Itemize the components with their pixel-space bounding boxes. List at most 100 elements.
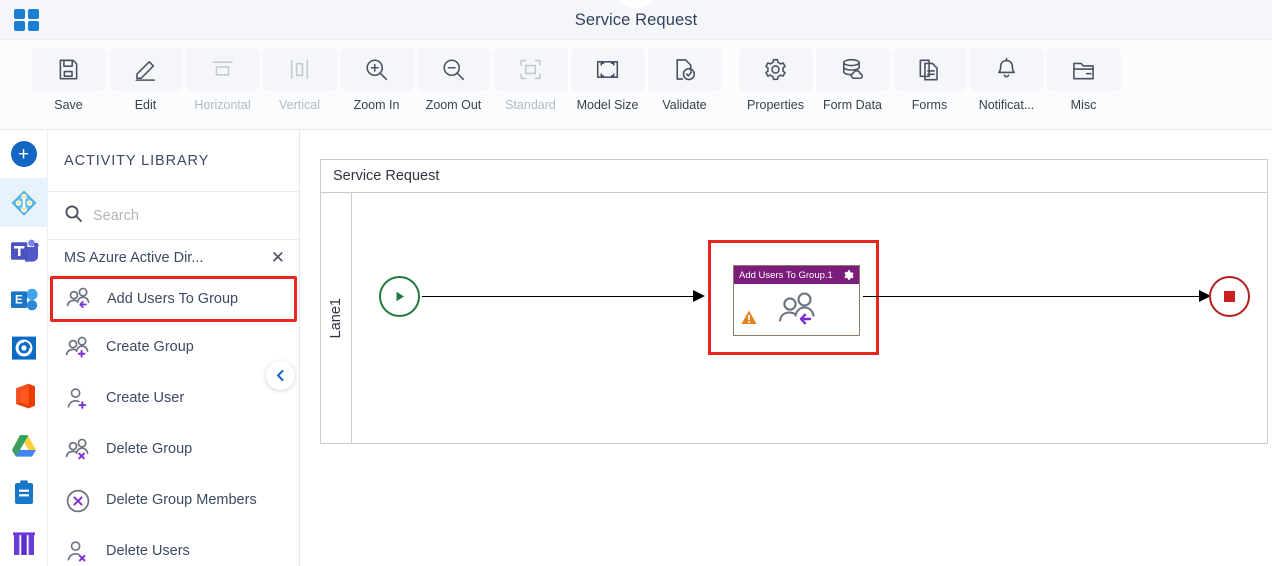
toolbar-button-label: Form Data	[822, 98, 883, 112]
document-icon	[892, 48, 967, 91]
toolbar-button-label: Notificat...	[978, 98, 1035, 112]
rail-item-microsoft-exchange[interactable]: E	[0, 275, 48, 323]
validate-doc-icon	[647, 48, 722, 91]
users-plus-icon	[64, 336, 92, 360]
bell-icon	[969, 48, 1044, 91]
circle-x-icon	[64, 488, 92, 514]
activity-item-delete-users[interactable]: Delete Users	[48, 526, 299, 566]
rail-item-microsoft-teams[interactable]	[0, 227, 48, 275]
gear-icon	[738, 48, 813, 91]
toolbar-button-label: Properties	[747, 98, 804, 112]
task-node[interactable]: Add Users To Group.1	[733, 265, 860, 336]
toolbar-button-label: Save	[54, 98, 83, 112]
sequence-flow-1[interactable]	[422, 296, 694, 297]
activity-item-label: Delete Users	[106, 543, 190, 559]
activity-item-delete-group[interactable]: Delete Group	[48, 424, 299, 475]
toolbar-button-misc[interactable]: Misc	[1045, 40, 1122, 112]
end-event[interactable]	[1209, 276, 1250, 317]
activity-library-panel: ACTIVITY LIBRARY MS Azure Active Dir... …	[48, 130, 300, 566]
activity-item-label: Delete Group Members	[106, 492, 257, 508]
task-header: Add Users To Group.1	[734, 266, 859, 284]
close-icon[interactable]: ✕	[271, 249, 285, 266]
toolbar-button-zoom-out[interactable]: Zoom Out	[415, 40, 492, 112]
toolbar-button-forms[interactable]: Forms	[891, 40, 968, 112]
toolbar-button-model-size[interactable]: Model Size	[569, 40, 646, 112]
activity-item-label: Add Users To Group	[107, 290, 239, 307]
model-size-icon	[570, 48, 645, 91]
chevron-left-icon	[277, 370, 284, 381]
connector-rail: + E	[0, 130, 48, 566]
ms-teams-icon	[10, 239, 39, 262]
rail-item-analytics[interactable]	[0, 518, 48, 566]
toolbar-button-zoom-in[interactable]: Zoom In	[338, 40, 415, 112]
search-input[interactable]	[93, 207, 263, 224]
application-window: Service Request Save Edit Horizontal Vertic…	[0, 0, 1272, 566]
category-label: MS Azure Active Dir...	[64, 249, 204, 266]
search-icon	[64, 204, 83, 228]
toolbar-button-label: Vertical	[279, 98, 320, 112]
toolbar-button-label: Zoom In	[353, 98, 400, 112]
activity-item-label: Create Group	[106, 339, 194, 355]
ms-office-icon	[15, 384, 35, 409]
task-selection-outline[interactable]: Add Users To Group.1	[708, 240, 879, 355]
plus-circle-icon: +	[10, 141, 37, 168]
lane-header[interactable]: Lane1	[321, 193, 352, 444]
toolbar-button-save[interactable]: Save	[30, 40, 107, 112]
google-drive-icon	[11, 434, 36, 457]
warning-triangle-icon[interactable]	[741, 310, 757, 330]
user-plus-icon	[64, 387, 92, 411]
toolbar-button-label: Forms	[911, 98, 948, 112]
stop-square-icon	[1224, 291, 1235, 302]
database-icon	[815, 48, 890, 91]
columns-chart-icon	[12, 532, 35, 555]
main-toolbar: Save Edit Horizontal Vertical Zoom In Zoom Ou…	[0, 40, 1272, 130]
activity-item-label: Create User	[106, 390, 185, 406]
activity-item-create-group[interactable]: Create Group	[48, 322, 299, 373]
pool-body: Lane1 Add Users To Group.1	[321, 193, 1267, 444]
search-row	[48, 192, 299, 240]
rail-item-microsoft-office[interactable]	[0, 372, 48, 420]
pool[interactable]: Service Request Lane1 Add Users To Group…	[320, 159, 1268, 444]
panel-title: ACTIVITY LIBRARY	[48, 130, 299, 192]
activity-list: Add Users To Group Create Group Create Use…	[48, 276, 299, 566]
toolbar-button-label: Edit	[134, 98, 157, 112]
start-event[interactable]	[379, 276, 420, 317]
toolbar-button-standard: Standard	[492, 40, 569, 112]
rail-item-add-connector-button[interactable]: +	[0, 130, 48, 178]
play-icon	[396, 291, 404, 302]
standard-size-icon	[493, 48, 568, 91]
user-x-icon	[64, 540, 92, 564]
activity-item-label: Delete Group	[106, 441, 193, 457]
rail-item-google-drive[interactable]	[0, 421, 48, 469]
sequence-flow-2[interactable]	[863, 296, 1200, 297]
users-add-icon	[777, 291, 819, 334]
rail-item-clipboard-tasks[interactable]	[0, 469, 48, 517]
svg-text:E: E	[15, 294, 23, 306]
panel-collapse-button[interactable]	[266, 361, 295, 390]
diagram-canvas[interactable]: Service Request Lane1 Add Users To Group…	[300, 130, 1272, 566]
toolbar-button-vertical: Vertical	[261, 40, 338, 112]
toolbar-button-notificat[interactable]: Notificat...	[968, 40, 1045, 112]
users-x-icon	[64, 438, 92, 462]
toolbar-button-label: Misc	[1070, 98, 1097, 112]
gear-icon[interactable]	[843, 269, 854, 281]
toolbar-button-form-data[interactable]: Form Data	[814, 40, 891, 112]
folder-icon	[1046, 48, 1121, 91]
task-body	[734, 284, 859, 336]
category-row: MS Azure Active Dir... ✕	[48, 240, 299, 276]
toolbar-button-horizontal: Horizontal	[184, 40, 261, 112]
toolbar-button-properties[interactable]: Properties	[737, 40, 814, 112]
activity-item-delete-group-members[interactable]: Delete Group Members	[48, 475, 299, 526]
azure-ad-icon	[10, 190, 37, 216]
toolbar-button-validate[interactable]: Validate	[646, 40, 723, 112]
lane-area[interactable]: Add Users To Group.1	[352, 193, 1267, 444]
ms-dynamics-icon	[11, 336, 36, 360]
rail-item-azure-active-directory[interactable]	[0, 178, 48, 227]
toolbar-button-label: Model Size	[576, 98, 639, 112]
toolbar-button-label: Standard	[505, 98, 556, 112]
toolbar-button-edit[interactable]: Edit	[107, 40, 184, 112]
activity-item-add-users-to-group[interactable]: Add Users To Group	[50, 276, 297, 322]
activity-item-create-user[interactable]: Create User	[48, 373, 299, 424]
toolbar-button-label: Zoom Out	[425, 98, 482, 112]
rail-item-microsoft-dynamics[interactable]	[0, 324, 48, 372]
